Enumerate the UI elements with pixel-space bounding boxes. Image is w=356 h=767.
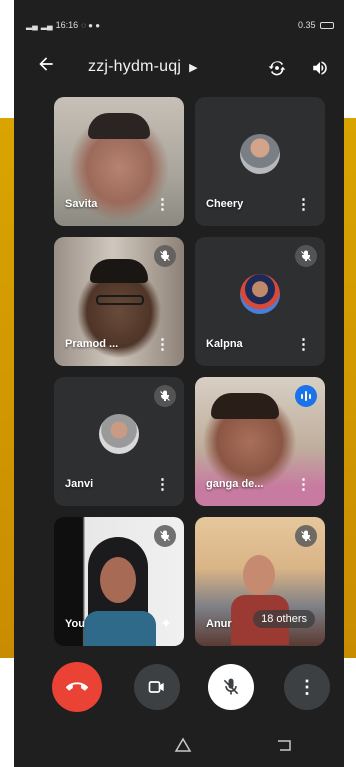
participant-tile[interactable]: Janvi ⋮: [54, 377, 184, 506]
arrow-left-icon: [39, 57, 53, 71]
participant-name: Anur: [206, 618, 232, 630]
hair: [211, 393, 279, 419]
home-icon: [174, 737, 192, 752]
signal-icon: ▂▄: [26, 20, 38, 30]
more-options-button[interactable]: ⋮: [284, 664, 330, 710]
meeting-code: zzj-hydm-uqj: [88, 58, 182, 75]
participant-name: Savita: [65, 198, 98, 210]
participant-tile[interactable]: Savita ⋮: [54, 97, 184, 226]
status-left: ▂▄ ▂▄ 16:16 ◌ ● ●: [26, 20, 100, 30]
audio-wave-icon: [295, 385, 317, 407]
mic-off-icon: [154, 245, 176, 267]
nav-back-button[interactable]: [276, 739, 292, 752]
end-call-button[interactable]: [52, 662, 102, 712]
avatar: [240, 273, 280, 314]
battery-indicator: 0.35: [298, 20, 334, 30]
participant-name: Cheery: [206, 198, 244, 210]
others-count-pill[interactable]: 18 others: [253, 610, 315, 628]
meeting-info-button[interactable]: zzj-hydm-uqj ▶: [88, 58, 198, 76]
mic-off-icon: [295, 245, 317, 267]
audio-output-button[interactable]: [310, 59, 330, 77]
mic-off-icon: [223, 678, 239, 695]
more-vertical-icon[interactable]: ⋮: [296, 337, 311, 352]
status-time: 16:16: [55, 20, 79, 30]
more-vertical-icon[interactable]: ⋮: [296, 197, 311, 212]
signal-icon-2: ▂▄: [40, 20, 53, 30]
participant-tile[interactable]: Kalpna ⋮: [195, 237, 325, 366]
system-nav-bar: [14, 727, 344, 767]
left-accent-strip: [0, 118, 14, 658]
mic-off-icon: [154, 385, 176, 407]
shirt: [84, 611, 156, 646]
camera-switch-icon: [268, 61, 286, 76]
camera-button[interactable]: [134, 664, 180, 710]
battery-text: 0.35: [297, 20, 316, 30]
self-tile[interactable]: You ✦: [54, 517, 184, 646]
hair: [88, 113, 150, 139]
participant-tile[interactable]: ganga de... ⋮: [195, 377, 325, 506]
mic-off-icon: [295, 525, 317, 547]
call-controls: ⋮: [14, 662, 344, 720]
avatar: [99, 413, 139, 454]
glasses: [96, 295, 144, 305]
participant-name: You: [65, 618, 85, 630]
back-icon: [278, 740, 291, 751]
back-button[interactable]: [36, 54, 56, 80]
avatar: [240, 133, 280, 174]
call-top-bar: zzj-hydm-uqj ▶: [14, 48, 344, 88]
more-vertical-icon[interactable]: ⋮: [155, 197, 170, 212]
participant-tile[interactable]: Cheery ⋮: [195, 97, 325, 226]
notification-icons: ◌ ● ●: [81, 20, 101, 30]
participant-tile[interactable]: Pramod ... ⋮: [54, 237, 184, 366]
participant-name: Pramod ...: [65, 338, 119, 350]
meet-call-screen: ▂▄ ▂▄ 16:16 ◌ ● ● 0.35 zzj-hydm-uqj ▶ Sa…: [14, 0, 344, 767]
status-bar: ▂▄ ▂▄ 16:16 ◌ ● ● 0.35: [14, 0, 344, 44]
participant-name: Kalpna: [206, 338, 243, 350]
speaker-icon: [313, 61, 327, 75]
mute-button[interactable]: [208, 664, 254, 710]
more-vertical-icon[interactable]: ⋮: [296, 477, 311, 492]
mic-off-icon: [154, 525, 176, 547]
hair: [90, 259, 148, 283]
videocam-icon: [148, 681, 164, 693]
right-accent-strip: [344, 118, 356, 658]
participant-name: ganga de...: [206, 478, 264, 490]
more-vertical-icon[interactable]: ⋮: [155, 477, 170, 492]
face: [243, 555, 275, 595]
nav-home-button[interactable]: [174, 737, 192, 753]
sparkle-icon[interactable]: ✦: [160, 615, 172, 632]
battery-icon: [320, 22, 334, 30]
switch-camera-button[interactable]: [266, 58, 288, 78]
participant-name: Janvi: [65, 478, 94, 490]
participant-tile[interactable]: Anur 18 others: [195, 517, 325, 646]
more-vertical-icon[interactable]: ⋮: [155, 337, 170, 352]
more-vertical-icon: ⋮: [298, 676, 316, 697]
face: [100, 557, 136, 603]
call-end-icon: [66, 682, 88, 691]
chevron-right-icon: ▶: [189, 61, 198, 74]
